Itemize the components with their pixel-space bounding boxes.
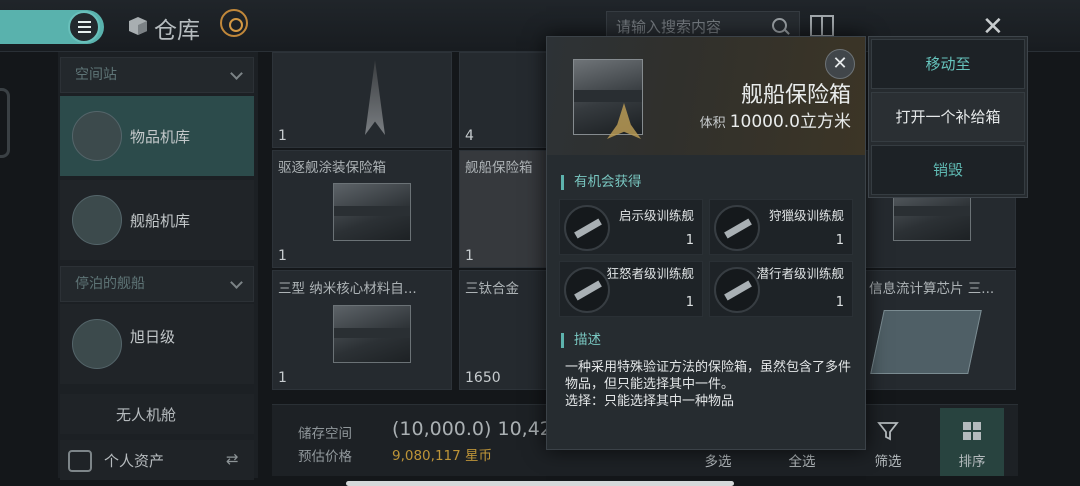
sidebar-item-label: 舰船机库 <box>130 212 191 230</box>
volume-label: 体积 <box>699 116 726 131</box>
assets-icon <box>68 450 92 472</box>
docked-ship-item[interactable]: 旭日级 <box>60 304 254 384</box>
sort-button[interactable]: 排序 <box>940 408 1004 476</box>
grid-view-icon[interactable] <box>810 15 834 37</box>
open-crate-button[interactable]: 打开一个补给箱 <box>871 92 1025 142</box>
popup-header: 舰船保险箱 体积 10000.0立方米 ✕ <box>547 37 865 155</box>
destroy-button[interactable]: 销毁 <box>871 145 1025 195</box>
drone-bay-label: 无人机舱 <box>116 406 177 424</box>
loot-qty: 1 <box>685 295 694 310</box>
sidebar-item-label: 物品机库 <box>130 128 191 146</box>
personal-assets-item[interactable]: 个人资产 ⇄ <box>60 440 254 480</box>
storage-value: (10,000.0) 10,42 <box>392 418 552 440</box>
volume-value: 10000.0立方米 <box>729 112 851 132</box>
drone-bay-item[interactable]: 无人机舱 <box>60 394 254 434</box>
item-name: 信息流计算芯片 三... <box>869 281 995 297</box>
docked-ships-dropdown[interactable]: 停泊的舰船 <box>60 266 254 302</box>
item-count: 4 <box>465 128 474 144</box>
volume-readout: 体积 10000.0立方米 <box>700 107 851 132</box>
action-label: 排序 <box>958 454 986 470</box>
swap-icon[interactable]: ⇄ <box>226 450 239 468</box>
loot-item[interactable]: 狩獵级训练舰 1 <box>709 199 853 255</box>
filter-icon <box>877 422 899 441</box>
loot-name: 潜行者级训练舰 <box>756 266 844 281</box>
radar-icon[interactable] <box>220 9 248 37</box>
station-dropdown[interactable]: 空间站 <box>60 57 254 93</box>
sort-grid-icon <box>963 422 981 440</box>
sidebar-item-ship-hangar[interactable]: 舰船机库 <box>60 180 254 260</box>
sidebar-item-item-hangar[interactable]: 物品机库 <box>60 96 254 176</box>
desc-section-header: 描述 <box>561 333 601 348</box>
desc-text: 一种采用特殊验证方法的保险箱，虽然包含了多件物品，但只能选择其中一件。 <box>565 360 852 392</box>
price-label: 预估价格 <box>298 449 352 465</box>
item-name: 驱逐舰涂装保险箱 <box>278 160 386 176</box>
ship-icon <box>714 267 760 313</box>
grid-cell[interactable]: 1 <box>272 52 452 148</box>
chevron-down-icon <box>230 276 243 289</box>
menu-button[interactable] <box>68 11 100 43</box>
chance-section-header: 有机会获得 <box>561 175 642 190</box>
close-popup-button[interactable]: ✕ <box>825 49 855 79</box>
loot-qty: 1 <box>835 233 844 248</box>
loot-item[interactable]: 潜行者级训练舰 1 <box>709 261 853 317</box>
action-label: 筛选 <box>874 454 902 470</box>
loot-item[interactable]: 狂怒者级训练舰 1 <box>559 261 703 317</box>
item-description: 一种采用特殊验证方法的保险箱，虽然包含了多件物品，但只能选择其中一件。 选择：只… <box>565 359 855 410</box>
cube-icon <box>72 111 122 161</box>
move-to-button[interactable]: 移动至 <box>871 39 1025 89</box>
loot-name: 启示级训练舰 <box>618 208 694 223</box>
item-count: 1 <box>278 128 287 144</box>
home-indicator <box>346 481 734 486</box>
ship-name: 旭日级 <box>130 328 176 346</box>
chevron-down-icon <box>230 67 243 80</box>
hamburger-icon <box>78 21 91 23</box>
ship-icon <box>564 205 610 251</box>
item-name: 舰船保险箱 <box>465 160 533 176</box>
loot-name: 狩獵级训练舰 <box>768 208 844 223</box>
context-menu: 移动至 打开一个补给箱 销毁 <box>868 36 1028 198</box>
item-count: 1 <box>278 248 287 264</box>
crate-icon <box>333 183 411 241</box>
search-icon[interactable] <box>772 18 787 33</box>
action-label: 全选 <box>788 454 816 470</box>
personal-assets-label: 个人资产 <box>104 452 165 470</box>
box-icon <box>129 17 147 35</box>
desc-selection-note: 选择：只能选择其中一种物品 <box>565 394 735 409</box>
item-count: 1 <box>465 248 474 264</box>
action-label: 多选 <box>704 454 732 470</box>
crate-icon <box>333 305 411 363</box>
ship-icon <box>72 195 122 245</box>
loot-name: 狂怒者级训练舰 <box>606 266 694 281</box>
grid-cell[interactable]: 三型 纳米核心材料自... 1 <box>272 270 452 390</box>
ship-icon <box>564 267 610 313</box>
chip-icon <box>870 310 982 374</box>
item-count: 1 <box>278 370 287 386</box>
hexagon-decoration <box>0 88 10 158</box>
page-title: 仓库 <box>154 18 200 44</box>
item-name: 三型 纳米核心材料自... <box>278 281 417 297</box>
item-detail-popup: 舰船保险箱 体积 10000.0立方米 ✕ 有机会获得 启示级训练舰 1 狩獵级训… <box>546 36 866 450</box>
ship-icon <box>72 319 122 369</box>
loot-item[interactable]: 启示级训练舰 1 <box>559 199 703 255</box>
docked-dropdown-label: 停泊的舰船 <box>75 276 145 292</box>
item-name: 三钛合金 <box>465 281 519 297</box>
storage-label: 储存空间 <box>298 426 352 442</box>
loot-qty: 1 <box>835 295 844 310</box>
price-value: 9,080,117 星币 <box>392 448 492 464</box>
grid-cell[interactable]: 驱逐舰涂装保险箱 1 <box>272 150 452 268</box>
popup-title: 舰船保险箱 <box>740 83 851 108</box>
crate-icon <box>573 59 643 135</box>
ship-icon <box>714 205 760 251</box>
loot-qty: 1 <box>685 233 694 248</box>
station-dropdown-label: 空间站 <box>75 67 117 83</box>
item-count: 1650 <box>465 370 501 386</box>
